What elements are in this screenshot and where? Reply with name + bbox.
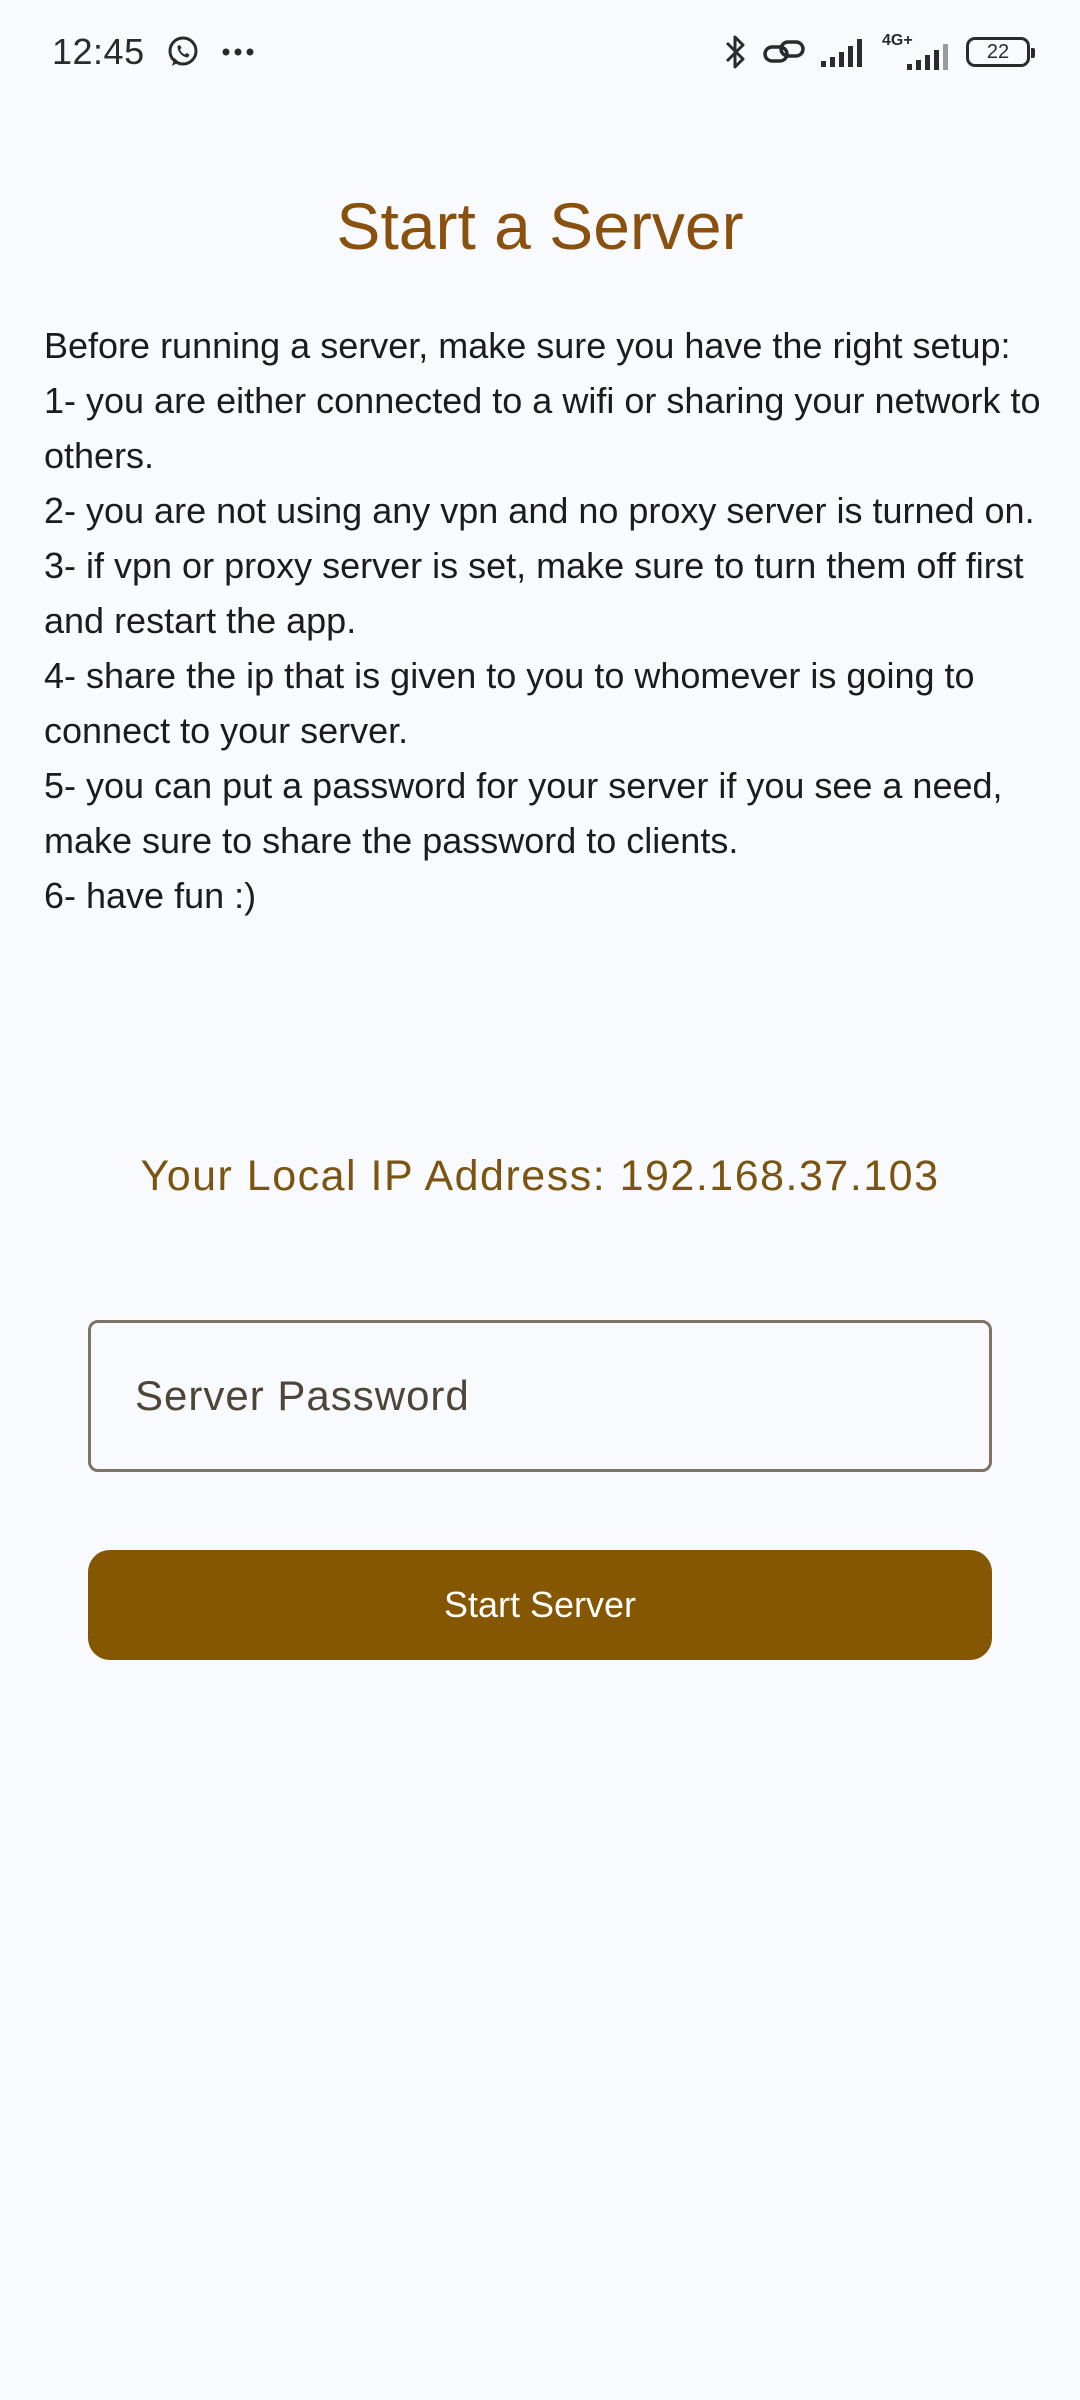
local-ip-address: Your Local IP Address: 192.168.37.103 — [140, 1152, 940, 1200]
whatsapp-icon — [165, 34, 201, 70]
link-icon — [762, 37, 806, 67]
server-password-field[interactable] — [88, 1320, 992, 1472]
instruction-item: 4- share the ip that is given to you to … — [44, 655, 975, 751]
signal-4g-icon: 4G+ — [882, 32, 952, 70]
start-server-button[interactable]: Start Server — [88, 1550, 992, 1660]
server-password-input[interactable] — [133, 1322, 989, 1470]
status-bar: 12:45 4G+ 22 — [0, 0, 1080, 104]
instruction-item: 5- you can put a password for your serve… — [44, 765, 1003, 861]
instruction-item: 6- have fun :) — [44, 875, 257, 916]
page-title: Start a Server — [336, 189, 744, 263]
status-time: 12:45 — [52, 31, 145, 72]
status-right: 4G+ 22 — [710, 32, 1035, 71]
bluetooth-icon — [724, 33, 748, 71]
more-dots-icon — [221, 47, 255, 57]
battery-icon: 22 — [966, 37, 1035, 67]
instruction-item: 3- if vpn or proxy server is set, make s… — [44, 545, 1024, 641]
instruction-intro: Before running a server, make sure you h… — [44, 325, 1011, 366]
battery-level: 22 — [986, 41, 1010, 63]
signal-icon — [820, 37, 868, 67]
instructions-text: Before running a server, make sure you h… — [44, 318, 1044, 923]
status-left: 12:45 — [52, 31, 255, 73]
instruction-item: 2- you are not using any vpn and no prox… — [44, 490, 1035, 531]
instruction-item: 1- you are either connected to a wifi or… — [44, 380, 1041, 476]
